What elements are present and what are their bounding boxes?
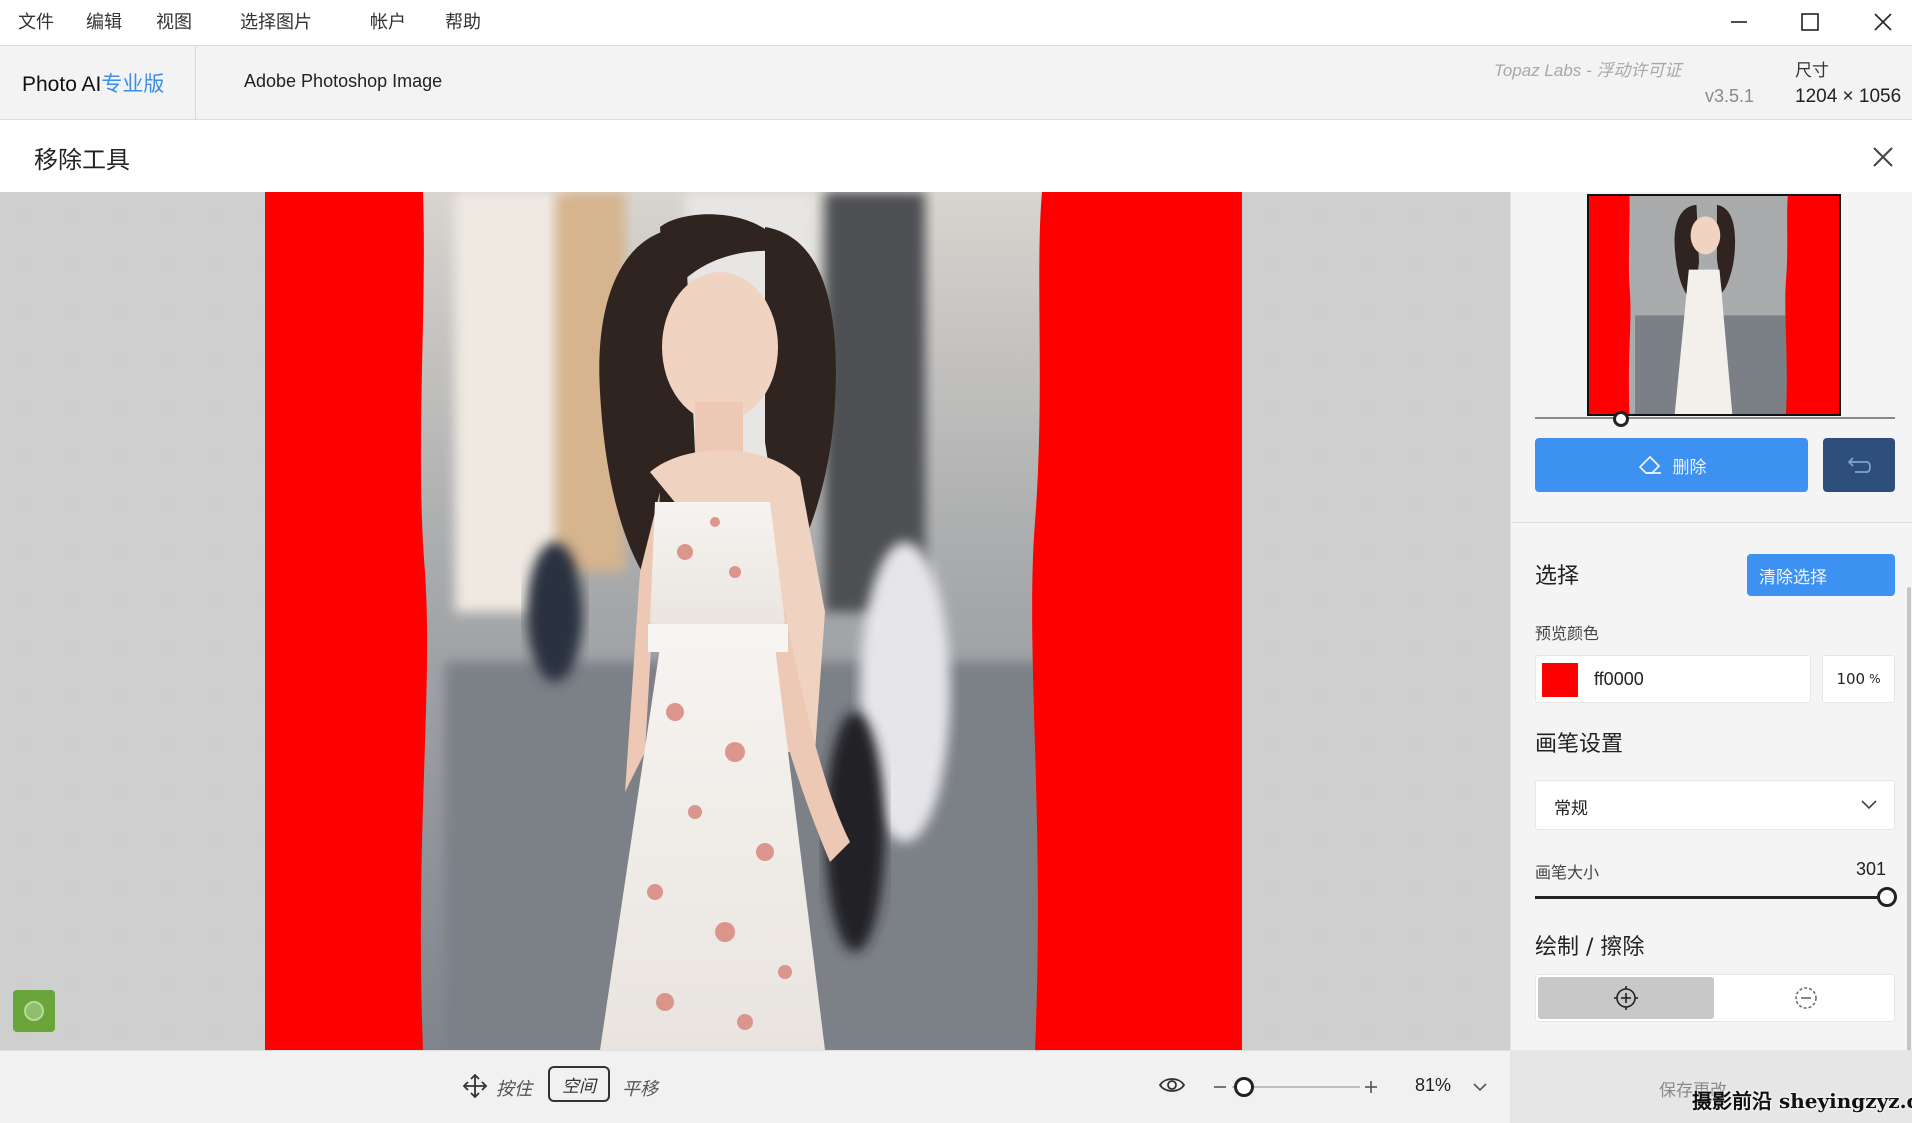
photo-preview[interactable] xyxy=(265,192,1242,1050)
eraser-icon xyxy=(1638,455,1661,474)
delete-button-label: 删除 xyxy=(1672,457,1707,478)
bottom-bar: 按住 空间 平移 81% xyxy=(0,1050,1510,1123)
close-icon xyxy=(1874,13,1892,31)
zoom-out-icon[interactable] xyxy=(1212,1079,1228,1095)
zoom-in-icon[interactable] xyxy=(1363,1079,1379,1095)
brush-size-label: 画笔大小 xyxy=(1535,863,1600,882)
thumbnail-image xyxy=(1589,196,1839,414)
panel-scrollbar[interactable] xyxy=(1907,587,1911,1057)
status-chip[interactable] xyxy=(13,990,55,1032)
move-icon xyxy=(462,1073,488,1099)
draw-erase-title: 绘制 / 擦除 xyxy=(1535,935,1645,960)
eye-icon[interactable] xyxy=(1158,1073,1186,1097)
selection-title: 选择 xyxy=(1535,564,1580,589)
minimize-icon xyxy=(1731,21,1747,23)
menu-account[interactable]: 帐户 xyxy=(370,8,406,34)
close-tool-icon[interactable] xyxy=(1868,142,1898,172)
panel-divider xyxy=(1511,522,1912,523)
version-text: v3.5.1 xyxy=(1705,86,1755,106)
clear-selection-button[interactable]: 清除选择 xyxy=(1747,554,1895,596)
undo-button[interactable] xyxy=(1823,438,1895,492)
erase-mode-button[interactable] xyxy=(1718,977,1894,1019)
app-header: Photo AI专业版 Adobe Photoshop Image Topaz … xyxy=(0,46,1912,120)
brush-size-value: 301 xyxy=(1856,859,1887,879)
opacity-unit: % xyxy=(1869,672,1881,686)
dimensions-label: 尺寸 xyxy=(1795,61,1829,81)
brush-mode-value: 常规 xyxy=(1554,799,1588,819)
license-text: Topaz Labs - 浮动许可证 xyxy=(1494,61,1682,80)
menu-help[interactable]: 帮助 xyxy=(445,8,481,34)
brand-edition: 专业版 xyxy=(101,73,165,96)
navigator-slider-handle[interactable] xyxy=(1613,411,1629,427)
menu-file[interactable]: 文件 xyxy=(18,8,54,34)
dimensions-value: 1204 × 1056 xyxy=(1795,86,1902,107)
tool-title-bar: 移除工具 xyxy=(0,120,1912,192)
menu-view[interactable]: 视图 xyxy=(156,8,192,34)
delete-button[interactable]: 删除 xyxy=(1535,438,1808,492)
window-close-button[interactable] xyxy=(1848,0,1912,44)
color-swatch[interactable] xyxy=(1542,663,1578,697)
pan-hint-action: 平移 xyxy=(622,1079,658,1100)
minimize-button[interactable] xyxy=(1704,0,1774,44)
chevron-down-icon[interactable] xyxy=(1472,1081,1488,1093)
brush-subtract-icon xyxy=(1795,987,1817,1009)
right-panel: 删除 选择 清除选择 预览颜色 ff0000 100 % 画笔设置 常规 画笔大… xyxy=(1510,192,1912,1123)
status-dot-icon xyxy=(24,1001,44,1021)
brush-mode-select[interactable]: 常规 xyxy=(1535,780,1895,830)
preview-opacity-field[interactable]: 100 % xyxy=(1822,655,1895,703)
menu-bar: 文件 编辑 视图 选择图片 帐户 帮助 xyxy=(0,0,1912,46)
maximize-button[interactable] xyxy=(1775,0,1845,44)
photo-image xyxy=(265,192,1242,1050)
color-hex-value[interactable]: ff0000 xyxy=(1594,669,1644,690)
pan-hint-key: 空间 xyxy=(548,1066,610,1102)
brush-settings-title: 画笔设置 xyxy=(1535,732,1624,757)
image-canvas[interactable] xyxy=(0,192,1510,1050)
zoom-slider-handle[interactable] xyxy=(1234,1077,1254,1097)
navigator-slider-track[interactable] xyxy=(1535,417,1895,419)
app-brand: Photo AI专业版 xyxy=(22,68,164,98)
zoom-value: 81% xyxy=(1415,1075,1452,1095)
header-divider xyxy=(195,46,196,120)
menu-select-image[interactable]: 选择图片 xyxy=(240,8,312,34)
pan-hint-hold: 按住 xyxy=(496,1079,532,1100)
opacity-value: 100 xyxy=(1836,670,1866,688)
preview-color-label: 预览颜色 xyxy=(1535,624,1600,643)
preview-color-field[interactable]: ff0000 xyxy=(1535,655,1811,703)
document-tab[interactable]: Adobe Photoshop Image xyxy=(244,71,442,92)
brush-size-track[interactable] xyxy=(1535,896,1887,899)
brush-size-handle[interactable] xyxy=(1877,887,1897,907)
brand-name: Photo AI xyxy=(22,73,102,96)
tool-title: 移除工具 xyxy=(34,146,130,174)
undo-icon xyxy=(1847,457,1871,473)
navigator-thumbnail[interactable] xyxy=(1587,194,1841,416)
draw-mode-button[interactable] xyxy=(1538,977,1714,1019)
draw-erase-toggle xyxy=(1535,974,1895,1022)
chevron-down-icon xyxy=(1861,800,1877,810)
watermark-text: 摄影前沿 sheyingzyz.com xyxy=(1692,1089,1912,1113)
brush-add-icon xyxy=(1614,986,1638,1010)
maximize-icon xyxy=(1801,13,1819,31)
menu-edit[interactable]: 编辑 xyxy=(86,8,122,34)
